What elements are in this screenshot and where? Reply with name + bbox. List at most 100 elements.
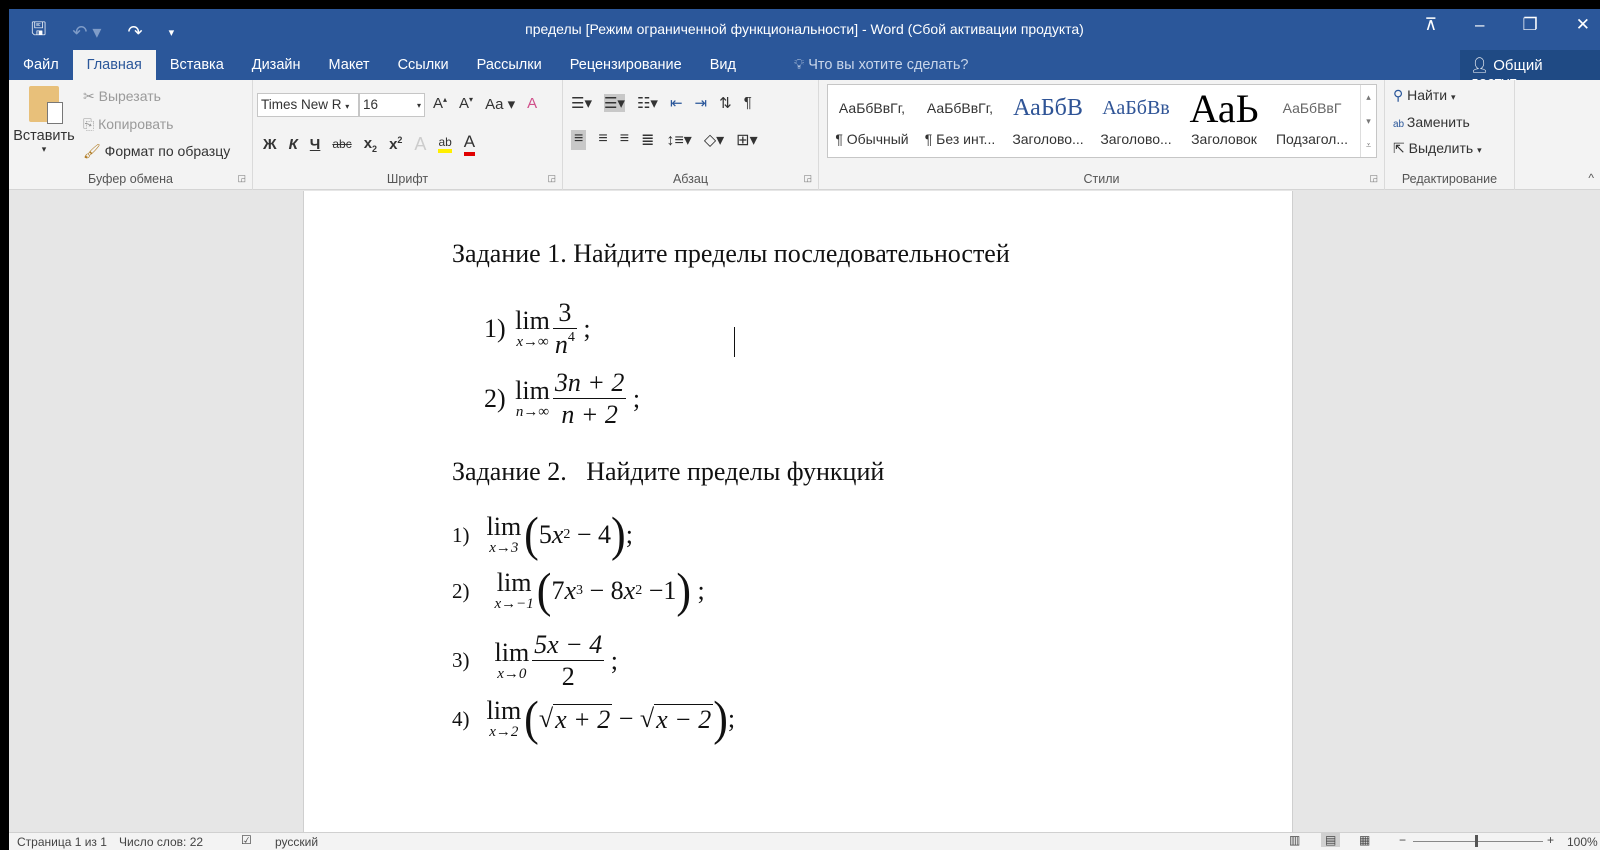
borders-icon[interactable]: ⊞▾	[736, 130, 757, 150]
numbering-icon[interactable]: ☰▾	[603, 94, 625, 112]
line-spacing-icon[interactable]: ↕≡▾	[666, 130, 691, 150]
font-size-select[interactable]: 16 ▾	[359, 93, 425, 117]
proofing-icon[interactable]: ☑	[241, 833, 252, 847]
shading-icon[interactable]: ◇▾	[704, 130, 724, 150]
print-layout-icon[interactable]: ▤	[1321, 833, 1341, 847]
dialog-launcher-icon[interactable]: ◲	[1369, 173, 1378, 184]
variable: x	[564, 576, 576, 605]
format-painter-button[interactable]: 🖌︎ Формат по образцу	[83, 143, 230, 160]
text-cursor	[734, 327, 735, 357]
shrink-font-icon[interactable]: A▾	[459, 95, 473, 113]
dialog-launcher-icon[interactable]: ◲	[803, 173, 812, 184]
style-title[interactable]: АаЬ Заголовок	[1180, 85, 1268, 157]
zoom-out-button[interactable]: −	[1399, 833, 1406, 847]
dialog-launcher-icon[interactable]: ◲	[237, 173, 246, 184]
style-normal[interactable]: АаБбВвГг, ¶ Обычный	[828, 85, 916, 157]
cut-button[interactable]: ✂ Вырезать	[83, 88, 161, 105]
underline-button[interactable]: Ч	[310, 136, 321, 153]
ribbon: Вставить ▾ ✂ Вырезать ⎘ Копировать 🖌︎ Фо…	[9, 80, 1600, 190]
tab-view[interactable]: Вид	[696, 50, 750, 80]
language[interactable]: русский	[275, 835, 318, 849]
sqrt-icon: √	[639, 704, 655, 733]
select-button[interactable]: ⇱ Выделить ▾	[1393, 140, 1482, 157]
clear-formatting-icon[interactable]: A	[527, 95, 537, 113]
word-count[interactable]: Число слов: 22	[119, 835, 203, 849]
editing-group-label: Редактирование	[1401, 172, 1498, 186]
zoom-in-button[interactable]: +	[1547, 833, 1554, 847]
align-right-icon[interactable]: ≡	[620, 130, 629, 150]
zoom-slider[interactable]	[1413, 841, 1543, 842]
task-1-heading: Задание 1. Найдите пределы последователь…	[452, 239, 1010, 268]
dialog-launcher-icon[interactable]: ◲	[547, 173, 556, 184]
tell-me-search[interactable]: 💡︎ Что вы хотите сделать?	[794, 57, 968, 73]
multilevel-list-icon[interactable]: ☷▾	[637, 94, 658, 112]
tab-layout[interactable]: Макет	[315, 50, 384, 80]
zoom-level[interactable]: 100%	[1567, 835, 1598, 849]
tab-insert[interactable]: Вставка	[156, 50, 238, 80]
align-center-icon[interactable]: ≡	[598, 130, 607, 150]
restore-button[interactable]: ❐	[1523, 15, 1538, 35]
tab-review[interactable]: Рецензирование	[556, 50, 696, 80]
tab-home[interactable]: Главная	[72, 50, 156, 80]
tab-references[interactable]: Ссылки	[384, 50, 463, 80]
style-heading-2[interactable]: АаБбВв Заголово...	[1092, 85, 1180, 157]
limit-subscript: n→∞	[515, 403, 550, 420]
variable: x	[623, 576, 636, 605]
radicand: x + 2	[553, 703, 613, 734]
grow-font-icon[interactable]: A▴	[433, 95, 447, 113]
editing-group: ⚲ Найти ▾ ab Заменить ⇱ Выделить ▾ Редак…	[1385, 80, 1515, 190]
scissors-icon: ✂	[83, 88, 99, 104]
text-effects-icon[interactable]: A	[414, 134, 426, 155]
paragraph-group-label: Абзац	[672, 172, 709, 186]
denominator: 2	[532, 660, 605, 691]
sort-icon[interactable]: ⇅	[719, 94, 732, 112]
title-bar: 🖫 ↶ ▾ ↷ ▾ пределы [Режим ограниченной фу…	[9, 9, 1600, 91]
minimize-button[interactable]: –	[1475, 15, 1484, 35]
read-mode-icon[interactable]: ▥	[1289, 833, 1300, 847]
align-left-icon[interactable]: ≡	[571, 130, 587, 150]
styles-scrollbar[interactable]: ▴ ▾ ⩡	[1360, 85, 1376, 157]
tab-design[interactable]: Дизайн	[238, 50, 315, 80]
task-2-item-1: 1) lim x→3 (5 x 2 − 4);	[452, 507, 633, 562]
font-name-select[interactable]: Times New R ▾	[257, 93, 359, 117]
justify-icon[interactable]: ≣	[641, 130, 654, 150]
find-button[interactable]: ⚲ Найти ▾	[1393, 87, 1456, 104]
strikethrough-button[interactable]: abc	[332, 137, 351, 151]
style-no-spacing[interactable]: АаБбВвГг, ¶ Без инт...	[916, 85, 1004, 157]
replace-button[interactable]: ab Заменить	[1393, 114, 1470, 130]
exponent: 2	[635, 583, 643, 598]
increase-indent-icon[interactable]: ⇥	[695, 94, 708, 112]
pilcrow-icon[interactable]: ¶	[744, 94, 752, 112]
style-subtitle[interactable]: АаБбВвГ Подзагол...	[1268, 85, 1356, 157]
share-button[interactable]: 👤︎ Общий доступ	[1460, 50, 1600, 91]
italic-button[interactable]: К	[289, 136, 298, 153]
tab-mailings[interactable]: Рассылки	[463, 50, 556, 80]
style-name: ¶ Обычный	[835, 131, 909, 147]
zoom-slider-thumb[interactable]	[1475, 835, 1478, 847]
replace-icon: ab	[1393, 119, 1407, 130]
decrease-indent-icon[interactable]: ⇤	[670, 94, 683, 112]
numerator: 5x − 4	[534, 630, 603, 659]
collapse-ribbon-icon[interactable]: ^	[1588, 171, 1594, 185]
font-color-icon[interactable]: A	[463, 132, 476, 156]
superscript-icon[interactable]: x2	[389, 135, 402, 153]
copy-label: Копировать	[98, 116, 174, 132]
highlight-icon[interactable]: ab	[438, 135, 452, 153]
document-page[interactable]: Задание 1. Найдите пределы последователь…	[303, 191, 1293, 850]
clipboard-group: Вставить ▾ ✂ Вырезать ⎘ Копировать 🖌︎ Фо…	[9, 80, 253, 190]
styles-gallery: АаБбВвГг, ¶ Обычный АаБбВвГг, ¶ Без инт...…	[827, 84, 1377, 158]
bullets-icon[interactable]: ☰▾	[571, 94, 592, 112]
copy-button[interactable]: ⎘ Копировать	[83, 116, 173, 133]
close-button[interactable]: ✕	[1576, 15, 1590, 35]
bold-button[interactable]: Ж	[263, 136, 277, 153]
tab-file[interactable]: Файл	[9, 50, 73, 80]
style-name: Заголово...	[1100, 131, 1172, 147]
ribbon-display-icon[interactable]: ⊼	[1425, 15, 1437, 35]
change-case-button[interactable]: Aa ▾	[485, 95, 515, 113]
style-heading-1[interactable]: АаБбВ Заголово...	[1004, 85, 1092, 157]
paste-button[interactable]: Вставить ▾	[13, 86, 75, 155]
fraction: 3 n4	[552, 299, 577, 359]
web-layout-icon[interactable]: ▦	[1359, 833, 1370, 847]
subscript-icon[interactable]: x2	[364, 135, 377, 154]
page-count[interactable]: Страница 1 из 1	[17, 835, 107, 849]
